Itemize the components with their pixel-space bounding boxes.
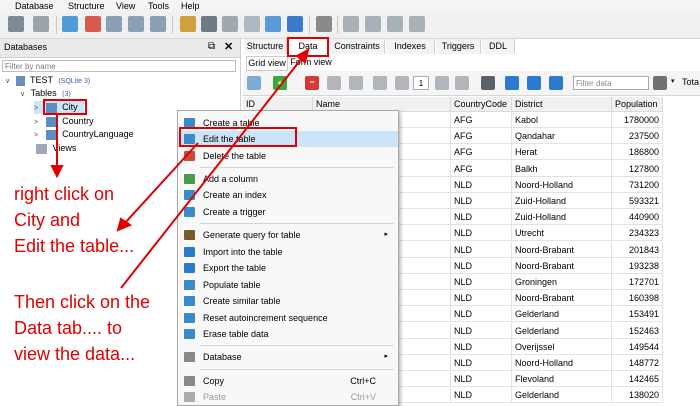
annotation-line-4: Then click on the — [14, 292, 151, 312]
arrow-down-head — [50, 165, 64, 179]
arrow-up-line — [120, 57, 303, 289]
annotation-line-5: Data tab.... to — [14, 318, 123, 338]
annotation-line-2: City and — [14, 210, 81, 230]
arrow-up-head — [295, 48, 310, 64]
annotation-line-1: right click on — [14, 184, 115, 204]
annotation-line-3: Edit the table... — [14, 236, 135, 256]
annotation-line-6: view the data... — [14, 344, 136, 364]
arrow-diagonal-line — [123, 142, 199, 225]
